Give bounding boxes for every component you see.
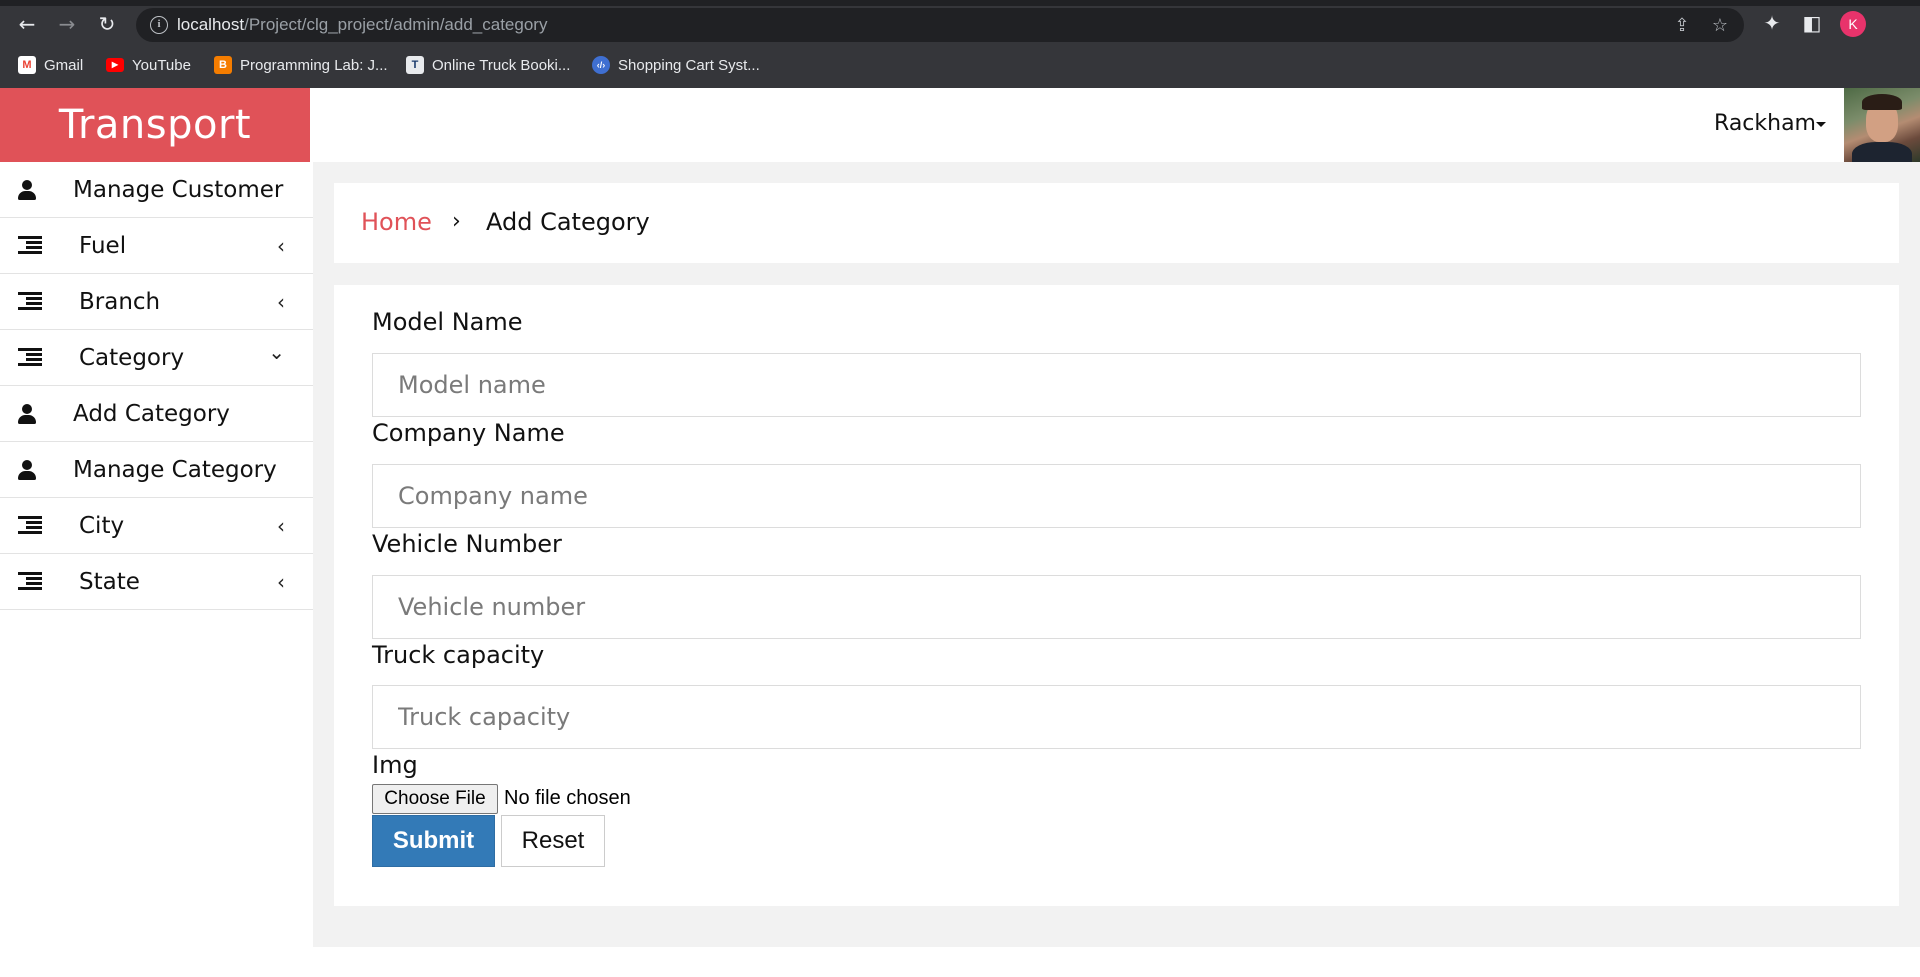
bookmark-youtube[interactable]: ▶ YouTube <box>106 54 191 76</box>
bookmark-programming-lab[interactable]: B Programming Lab: J... <box>214 54 388 76</box>
chevron-left-icon: ‹ <box>277 290 285 314</box>
breadcrumb: Home › Add Category <box>334 183 1899 263</box>
brand-logo[interactable]: Transport <box>0 88 310 162</box>
bookmarks-bar: M Gmail ▶ YouTube B Programming Lab: J..… <box>0 52 1920 78</box>
sidebar-item-label: Fuel <box>79 233 127 259</box>
sidebar-item-manage-customer[interactable]: Manage Customer <box>0 162 313 218</box>
breadcrumb-home-link[interactable]: Home <box>361 207 432 237</box>
bookmark-label: Online Truck Booki... <box>432 56 571 74</box>
chevron-left-icon: ‹ <box>277 514 285 538</box>
caret-down-icon[interactable] <box>1816 122 1826 127</box>
vehicle-number-input[interactable] <box>372 575 1861 639</box>
sidebar-item-label: Branch <box>79 289 161 315</box>
bookmark-star-icon[interactable]: ☆ <box>1710 16 1730 36</box>
truck-capacity-label: Truck capacity <box>372 641 545 669</box>
code-icon: ‹/› <box>592 56 610 74</box>
bookmark-gmail[interactable]: M Gmail <box>18 54 83 76</box>
model-name-label: Model Name <box>372 308 523 336</box>
share-icon[interactable]: ⇪ <box>1672 16 1692 36</box>
reset-button[interactable]: Reset <box>501 815 605 867</box>
bookmark-label: Shopping Cart Syst... <box>618 56 760 74</box>
sidebar-item-category[interactable]: Category ⌄ <box>0 330 313 386</box>
truck-capacity-input[interactable] <box>372 685 1861 749</box>
user-menu-toggle[interactable]: Rackham <box>1714 110 1816 138</box>
forward-icon[interactable]: → <box>56 13 78 35</box>
browser-chrome: ← → ↻ i localhost/Project/clg_project/ad… <box>0 0 1920 88</box>
model-name-input[interactable] <box>372 353 1861 417</box>
sidebar-item-state[interactable]: State ‹ <box>0 554 313 610</box>
avatar-body <box>1852 142 1912 162</box>
bookmark-online-truck[interactable]: T Online Truck Booki... <box>406 54 570 76</box>
sidebar-item-label: City <box>79 513 125 539</box>
company-name-label: Company Name <box>372 419 565 447</box>
list-icon <box>18 292 42 312</box>
file-status-text: No file chosen <box>504 787 631 809</box>
sidebar-item-label: Manage Category <box>73 457 277 483</box>
back-icon[interactable]: ← <box>16 13 38 35</box>
side-panel-icon[interactable]: ◧ <box>1800 11 1824 35</box>
address-bar[interactable]: i localhost/Project/clg_project/admin/ad… <box>136 8 1744 42</box>
site-info-icon[interactable]: i <box>150 16 168 34</box>
bookmark-shopping-cart[interactable]: ‹/› Shopping Cart Syst... <box>592 54 760 76</box>
bookmark-label: YouTube <box>132 56 191 74</box>
sidebar-item-label: Manage Customer <box>73 177 284 203</box>
user-avatar[interactable] <box>1844 88 1920 162</box>
user-icon <box>18 180 40 200</box>
chevron-right-icon: › <box>452 209 461 234</box>
add-category-form: Model Name Company Name Vehicle Number T… <box>334 285 1899 906</box>
gmail-icon: M <box>18 56 36 74</box>
sidebar-item-add-category[interactable]: Add Category <box>0 386 313 442</box>
page-bottom <box>0 947 1920 977</box>
chevron-left-icon: ‹ <box>277 234 285 258</box>
bookmark-label: Programming Lab: J... <box>240 56 388 74</box>
list-icon <box>18 516 42 536</box>
extensions-icon[interactable]: ✦ <box>1760 11 1784 35</box>
sidebar-item-city[interactable]: City ‹ <box>0 498 313 554</box>
profile-avatar[interactable]: K <box>1840 11 1866 37</box>
youtube-icon: ▶ <box>106 58 124 72</box>
sidebar-item-label: Add Category <box>73 401 230 427</box>
avatar-hair <box>1862 94 1902 110</box>
vehicle-number-label: Vehicle Number <box>372 530 562 558</box>
url-host: localhost <box>177 15 245 34</box>
truck-site-icon: T <box>406 56 424 74</box>
company-name-input[interactable] <box>372 464 1861 528</box>
img-label: Img <box>372 751 418 779</box>
sidebar: Manage Customer Fuel ‹ Branch ‹ Category… <box>0 162 313 947</box>
chevron-left-icon: ‹ <box>277 570 285 594</box>
tab-strip <box>0 0 1920 6</box>
chevron-down-icon: ⌄ <box>268 340 285 364</box>
user-icon <box>18 460 40 480</box>
choose-file-button[interactable]: Choose File <box>372 784 498 814</box>
url-path: /Project/clg_project/admin/add_category <box>244 15 548 34</box>
sidebar-item-branch[interactable]: Branch ‹ <box>0 274 313 330</box>
sidebar-item-manage-category[interactable]: Manage Category <box>0 442 313 498</box>
sidebar-item-label: Category <box>79 345 185 371</box>
bookmark-label: Gmail <box>44 56 84 74</box>
user-icon <box>18 404 40 424</box>
top-navbar: Rackham <box>310 88 1920 162</box>
breadcrumb-current: Add Category <box>486 208 650 236</box>
list-icon <box>18 348 42 368</box>
list-icon <box>18 236 42 256</box>
list-icon <box>18 572 42 592</box>
sidebar-item-label: State <box>79 569 140 595</box>
blogger-icon: B <box>214 56 232 74</box>
sidebar-item-fuel[interactable]: Fuel ‹ <box>0 218 313 274</box>
url-text[interactable]: localhost/Project/clg_project/admin/add_… <box>177 15 547 35</box>
reload-icon[interactable]: ↻ <box>96 13 118 35</box>
submit-button[interactable]: Submit <box>372 815 495 867</box>
